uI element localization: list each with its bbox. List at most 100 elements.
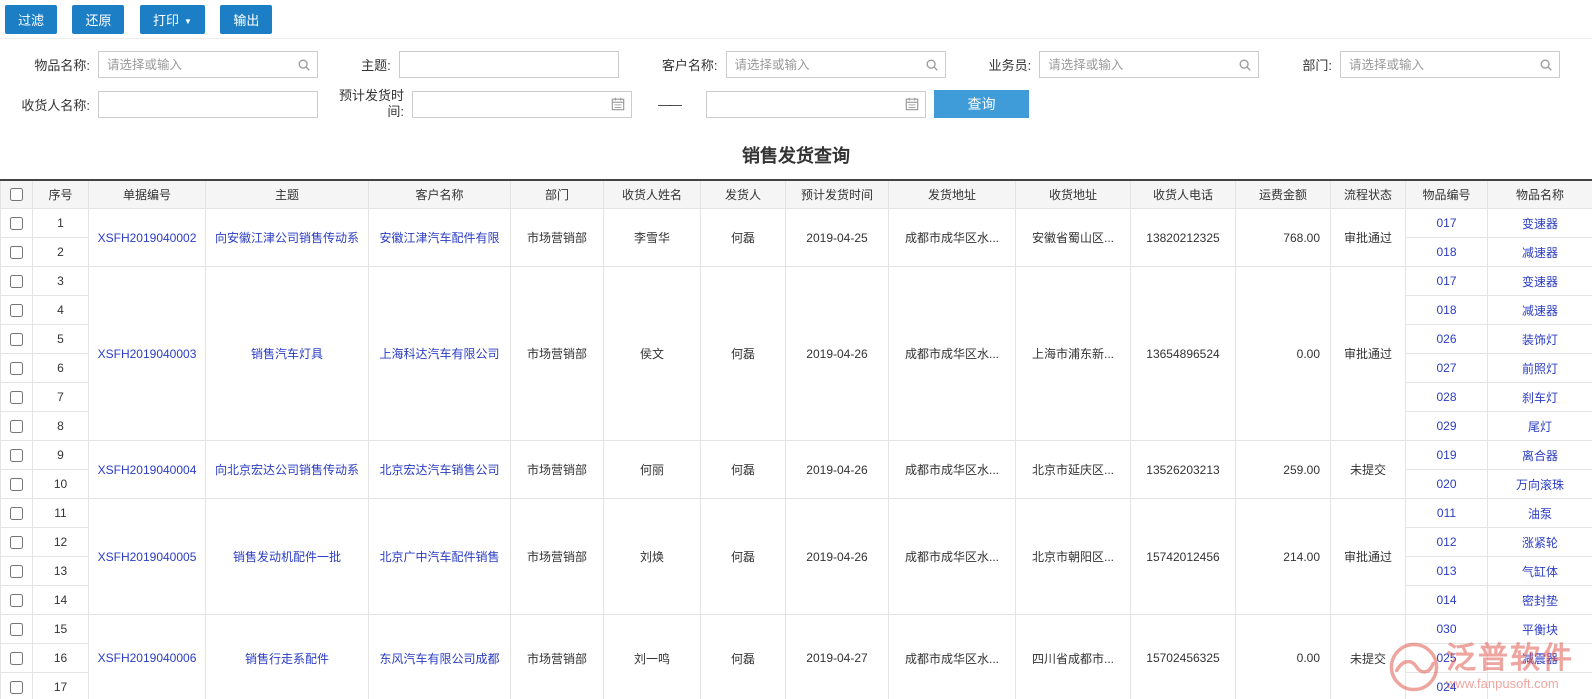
cell-seq: 11 <box>32 498 89 528</box>
cell-customer-name-link[interactable]: 安徽江津汽车配件有限 <box>379 231 499 245</box>
row-checkbox[interactable] <box>10 681 23 695</box>
cell-customer-name: 上海科达汽车有限公司 <box>368 266 511 441</box>
item-name-link[interactable]: 尾灯 <box>1528 420 1552 434</box>
search-icon[interactable] <box>1238 58 1252 72</box>
cell-subject: 销售发动机配件一批 <box>205 498 369 615</box>
print-button[interactable]: 打印 ▼ <box>139 5 205 34</box>
cell-item-no: 020 <box>1405 469 1488 499</box>
cell-item-name: 刹车灯 <box>1487 382 1592 412</box>
item-name-link[interactable]: 离合器 <box>1522 449 1558 463</box>
search-icon[interactable] <box>297 58 311 72</box>
cell-doc-no-link[interactable]: XSFH2019040004 <box>98 463 197 477</box>
item-name-link[interactable]: 减速器 <box>1522 304 1558 318</box>
row-checkbox[interactable] <box>10 507 23 521</box>
row-checkbox[interactable] <box>10 391 23 405</box>
app: 过滤 还原 打印 ▼ 输出 物品名称: 主题: 客户名称: <box>0 0 1592 699</box>
customer-filter-input[interactable] <box>725 51 946 78</box>
item-no-link[interactable]: 012 <box>1436 535 1456 549</box>
item-no-link[interactable]: 026 <box>1436 332 1456 346</box>
export-button[interactable]: 输出 <box>220 5 273 34</box>
item-name-link[interactable]: 减速器 <box>1522 246 1558 260</box>
item-name-link[interactable]: 前照灯 <box>1522 362 1558 376</box>
item-no-link[interactable]: 011 <box>1437 506 1456 520</box>
item-name-link[interactable]: 变速器 <box>1522 217 1558 231</box>
item-name-link[interactable]: 刹车灯 <box>1522 391 1558 405</box>
salesperson-filter-input[interactable] <box>1039 51 1260 78</box>
row-checkbox[interactable] <box>10 275 23 289</box>
cell-doc-no-link[interactable]: XSFH2019040006 <box>98 651 197 665</box>
item-no-link[interactable]: 013 <box>1436 564 1456 578</box>
ship-date-start-input[interactable] <box>412 90 632 118</box>
cell-customer-name-link[interactable]: 上海科达汽车有限公司 <box>379 347 499 361</box>
item-no-link[interactable]: 014 <box>1436 593 1456 607</box>
row-checkbox[interactable] <box>10 246 23 260</box>
cell-item-name <box>1487 672 1592 699</box>
item-name-link[interactable]: 油泵 <box>1528 507 1552 521</box>
calendar-icon[interactable] <box>905 97 919 111</box>
cell-item-name: 平衡块 <box>1487 614 1592 644</box>
row-checkbox[interactable] <box>10 333 23 347</box>
item-name-link[interactable]: 涨紧轮 <box>1522 536 1558 550</box>
item-no-link[interactable]: 018 <box>1436 245 1456 259</box>
select-all-checkbox[interactable] <box>10 188 23 202</box>
item-no-link[interactable]: 025 <box>1436 651 1456 665</box>
ship-date-end-input[interactable] <box>706 90 926 118</box>
item-no-link[interactable]: 028 <box>1436 390 1456 404</box>
item-name-link[interactable]: 装饰灯 <box>1522 333 1558 347</box>
item-name-link[interactable]: 变速器 <box>1522 275 1558 289</box>
restore-button[interactable]: 还原 <box>72 5 125 34</box>
search-icon[interactable] <box>925 58 939 72</box>
item-no-link[interactable]: 020 <box>1436 477 1456 491</box>
item-no-link[interactable]: 027 <box>1436 361 1456 375</box>
row-checkbox[interactable] <box>10 536 23 550</box>
cell-subject-link[interactable]: 向安徽江津公司销售传动系 <box>215 231 359 245</box>
cell-subject-link[interactable]: 向北京宏达公司销售传动系 <box>215 463 359 477</box>
row-checkbox[interactable] <box>10 478 23 492</box>
row-checkbox[interactable] <box>10 565 23 579</box>
filter-button[interactable]: 过滤 <box>5 5 58 34</box>
row-checkbox[interactable] <box>10 304 23 318</box>
item-name-link[interactable]: 平衡块 <box>1522 623 1558 637</box>
row-checkbox[interactable] <box>10 449 23 463</box>
item-no-link[interactable]: 029 <box>1436 419 1456 433</box>
item-name-filter-input[interactable] <box>98 51 318 78</box>
row-checkbox[interactable] <box>10 594 23 608</box>
column-header: 发货地址 <box>888 179 1016 209</box>
cell-doc-no-link[interactable]: XSFH2019040005 <box>98 550 197 564</box>
cell-customer-name-link[interactable]: 北京宏达汽车销售公司 <box>379 463 499 477</box>
table-header-row: 序号 单据编号 主题 客户名称 部门 收货人姓名 发货人 预计发货时间 发货地址 收货地址 收货人电… <box>0 179 1592 209</box>
cell-checkbox <box>0 266 33 296</box>
item-no-link[interactable]: 018 <box>1436 303 1456 317</box>
cell-subject-link[interactable]: 销售行走系配件 <box>245 652 329 666</box>
cell-checkbox <box>0 208 33 238</box>
item-name-link[interactable]: 减震器 <box>1522 652 1558 666</box>
cell-subject-link[interactable]: 销售汽车灯具 <box>251 347 323 361</box>
row-checkbox[interactable] <box>10 362 23 376</box>
item-name-link[interactable]: 气缸体 <box>1522 565 1558 579</box>
item-no-link[interactable]: 017 <box>1436 274 1456 288</box>
cell-customer-name-link[interactable]: 北京广中汽车配件销售 <box>379 550 499 564</box>
cell-shipper: 何磊 <box>700 498 786 615</box>
row-checkbox[interactable] <box>10 420 23 434</box>
query-button[interactable]: 查询 <box>934 90 1029 119</box>
item-no-link[interactable]: 024 <box>1436 680 1456 694</box>
cell-flow-status: 审批通过 <box>1330 208 1406 267</box>
item-no-link[interactable]: 017 <box>1436 216 1456 230</box>
calendar-icon[interactable] <box>611 97 625 111</box>
cell-item-name: 减震器 <box>1487 643 1592 673</box>
cell-doc-no-link[interactable]: XSFH2019040003 <box>98 347 197 361</box>
row-checkbox[interactable] <box>10 652 23 666</box>
cell-subject-link[interactable]: 销售发动机配件一批 <box>233 550 341 564</box>
cell-customer-name-link[interactable]: 东风汽车有限公司成都 <box>379 652 499 666</box>
consignee-filter-input[interactable] <box>98 90 318 118</box>
item-no-link[interactable]: 019 <box>1436 448 1456 462</box>
row-checkbox[interactable] <box>10 217 23 231</box>
search-icon[interactable] <box>1539 58 1553 72</box>
item-no-link[interactable]: 030 <box>1436 622 1456 636</box>
cell-doc-no-link[interactable]: XSFH2019040002 <box>98 231 197 245</box>
department-filter-input[interactable] <box>1340 51 1560 78</box>
row-checkbox[interactable] <box>10 623 23 637</box>
item-name-link[interactable]: 万向滚珠 <box>1516 478 1564 492</box>
subject-filter-input[interactable] <box>398 51 619 78</box>
item-name-link[interactable]: 密封垫 <box>1522 594 1558 608</box>
